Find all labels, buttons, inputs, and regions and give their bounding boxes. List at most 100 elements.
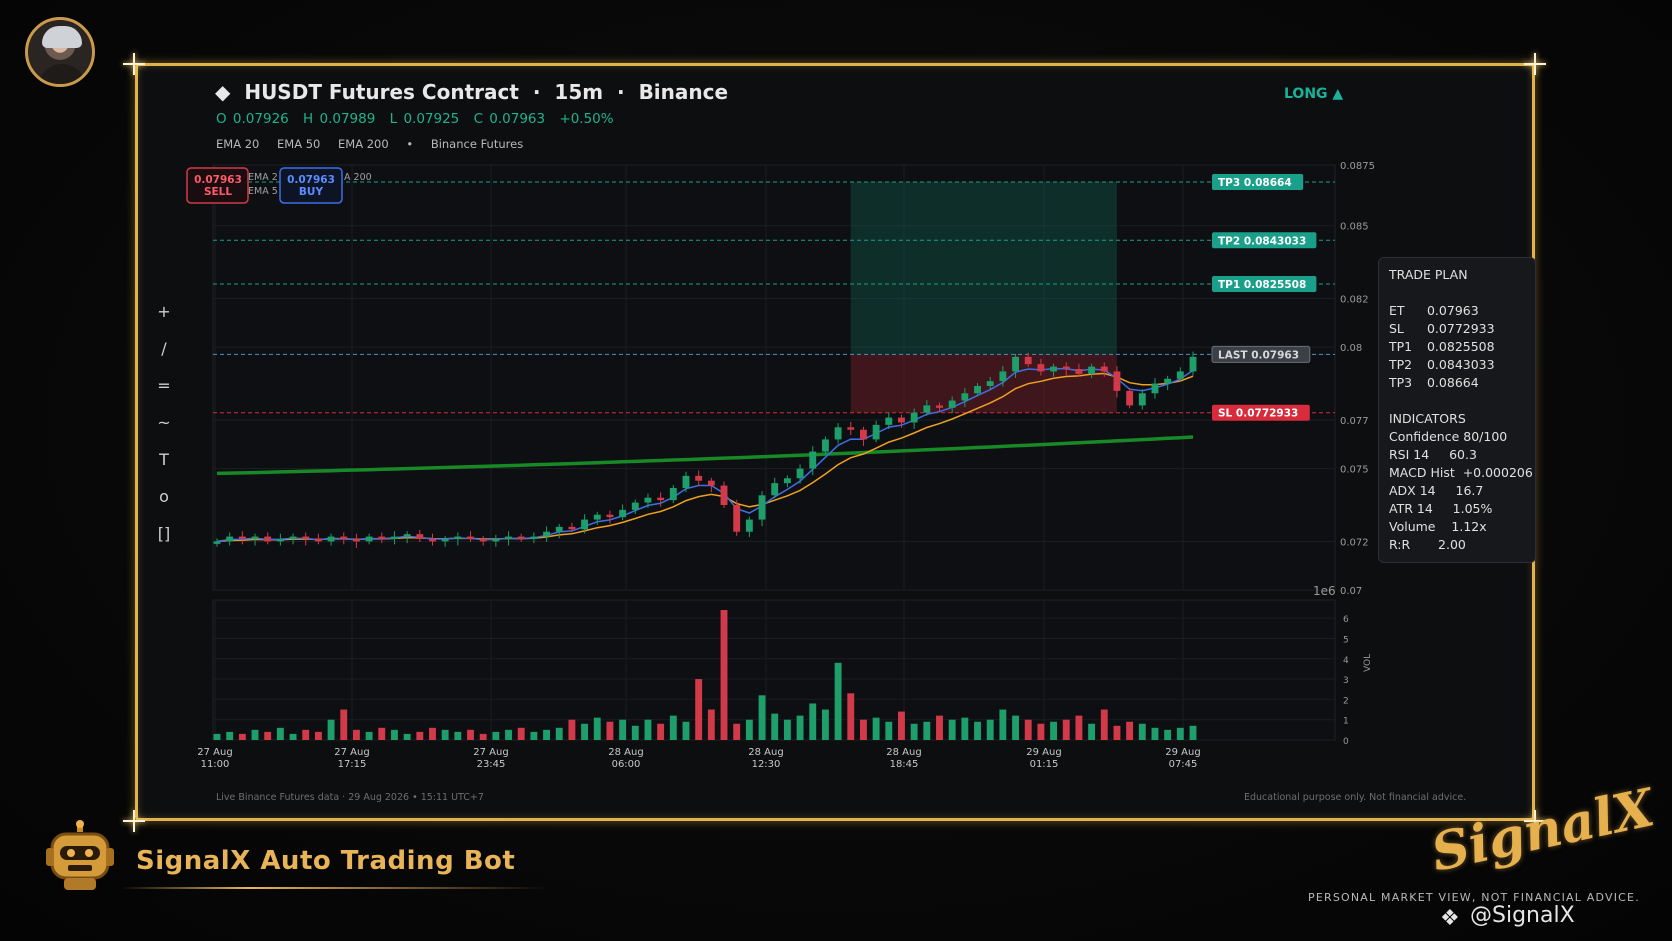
volume-bar bbox=[479, 733, 487, 740]
volume-bar bbox=[695, 679, 703, 740]
candle-body bbox=[669, 488, 677, 501]
volume-bar bbox=[568, 719, 576, 740]
volume-bar bbox=[1189, 725, 1197, 740]
candle-body bbox=[517, 536, 525, 539]
candle-body bbox=[530, 536, 538, 539]
volume-bar bbox=[213, 733, 221, 740]
candle-body bbox=[429, 539, 436, 542]
drawing-toolbar: + / = ~ T o [] bbox=[152, 302, 176, 561]
volume-bar bbox=[720, 610, 728, 740]
candle-body bbox=[1189, 356, 1197, 372]
volume-bar bbox=[910, 723, 918, 740]
x-tick-label: 29 Aug bbox=[1165, 747, 1200, 758]
volume-bar bbox=[898, 711, 905, 740]
candle-body bbox=[1037, 364, 1045, 372]
indicator-key: ATR 14 bbox=[1389, 501, 1433, 516]
volume-bar bbox=[1126, 721, 1134, 740]
volume-bar bbox=[1113, 725, 1121, 740]
circle-tool[interactable]: o bbox=[152, 487, 176, 524]
candle-body bbox=[593, 514, 601, 520]
candle-body bbox=[365, 536, 373, 542]
volume-bar bbox=[289, 733, 297, 740]
plan-value: 0.08664 bbox=[1426, 375, 1479, 390]
x-tick-label: 23:45 bbox=[477, 759, 506, 770]
volume-bar bbox=[264, 731, 272, 740]
x-tick-label: 18:45 bbox=[890, 759, 919, 770]
indicator-key: ADX 14 bbox=[1389, 483, 1436, 498]
plan-row-sl: SL 0.0772933 bbox=[1389, 320, 1535, 338]
crosshair-tool[interactable]: + bbox=[152, 302, 176, 339]
volume-bar bbox=[758, 695, 766, 740]
volume-tick-label: 0 bbox=[1343, 737, 1349, 747]
volume-bar bbox=[238, 733, 246, 740]
volume-bar bbox=[707, 709, 715, 740]
rect-tool[interactable]: [] bbox=[152, 524, 176, 561]
candle-body bbox=[860, 429, 867, 440]
trade-plan-title: TRADE PLAN bbox=[1389, 267, 1468, 282]
volume-bar bbox=[226, 731, 234, 740]
trendline-tool[interactable]: / bbox=[152, 339, 176, 376]
indicator-row: Confidence 80/100 bbox=[1389, 428, 1535, 446]
x-tick-label: 06:00 bbox=[612, 759, 641, 770]
volume-bar bbox=[1100, 709, 1108, 740]
candle-body bbox=[1088, 366, 1096, 374]
volume-bar bbox=[505, 729, 512, 740]
volume-bar bbox=[1164, 729, 1172, 740]
y-tick-label: 0.082 bbox=[1340, 295, 1369, 306]
candle-body bbox=[974, 386, 981, 394]
volume-bar bbox=[669, 715, 677, 740]
volume-tick-label: 6 bbox=[1343, 615, 1349, 625]
indicator-value: 16.7 bbox=[1455, 483, 1484, 498]
volume-bar bbox=[403, 733, 411, 740]
volume-bar bbox=[276, 727, 284, 740]
level-label-tp1: TP1 0.0825508 bbox=[1218, 279, 1306, 291]
volume-bar bbox=[745, 719, 753, 740]
volume-bar bbox=[1151, 727, 1159, 740]
plan-value: 0.0825508 bbox=[1426, 339, 1495, 354]
volume-bar bbox=[543, 729, 550, 740]
volume-bar bbox=[847, 693, 855, 740]
candle-body bbox=[289, 536, 297, 539]
volume-bar bbox=[834, 662, 842, 740]
candle-body bbox=[327, 536, 335, 542]
candle-body bbox=[733, 505, 741, 532]
hline-tool[interactable]: = bbox=[152, 376, 176, 413]
candle-body bbox=[454, 536, 462, 539]
candle-body bbox=[948, 400, 956, 408]
volume-bar bbox=[429, 727, 436, 740]
disclaimer-footer: Educational purpose only. Not financial … bbox=[1244, 792, 1467, 803]
plan-value: 0.0843033 bbox=[1426, 357, 1495, 372]
candle-body bbox=[416, 534, 424, 539]
candle-body bbox=[378, 536, 386, 539]
volume-bar bbox=[1075, 715, 1083, 740]
indicators-title: INDICATORS bbox=[1389, 411, 1466, 426]
volume-bar bbox=[809, 703, 817, 740]
volume-bar bbox=[1012, 715, 1019, 740]
candle-body bbox=[898, 417, 905, 423]
x-tick-label: 27 Aug bbox=[334, 747, 369, 758]
plan-key: TP2 bbox=[1389, 357, 1413, 372]
stop-loss-zone bbox=[850, 354, 1117, 413]
volume-bar bbox=[948, 719, 956, 740]
candle-body bbox=[745, 519, 753, 532]
social-handle[interactable]: @SignalX bbox=[1470, 903, 1575, 928]
indicator-value: 60.3 bbox=[1449, 447, 1477, 462]
volume-bar bbox=[657, 723, 665, 740]
candle-body bbox=[1138, 393, 1146, 406]
candle-body bbox=[251, 536, 259, 539]
candle-body bbox=[720, 485, 728, 505]
volume-bar bbox=[593, 717, 601, 740]
candle-body bbox=[467, 536, 474, 539]
volume-bar bbox=[530, 731, 538, 740]
text-tool[interactable]: T bbox=[152, 450, 176, 487]
indicator-key: MACD Hist bbox=[1389, 465, 1455, 480]
candle-body bbox=[555, 526, 563, 532]
candle-body bbox=[707, 480, 715, 486]
buy-label: BUY bbox=[299, 186, 324, 198]
candle-body bbox=[1075, 369, 1083, 374]
volume-bar bbox=[999, 709, 1007, 740]
volume-bar bbox=[860, 719, 867, 740]
volume-bar bbox=[555, 727, 563, 740]
curve-tool[interactable]: ~ bbox=[152, 413, 176, 450]
candle-body bbox=[1151, 383, 1159, 394]
